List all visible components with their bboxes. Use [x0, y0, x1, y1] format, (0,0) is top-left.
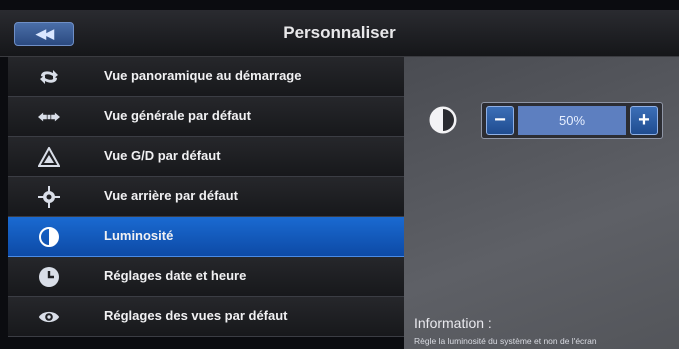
target-icon: [38, 186, 60, 208]
menu-item-label: Vue G/D par défaut: [104, 148, 221, 163]
triangle-warning-icon: [38, 146, 60, 168]
menu-item-label: Vue arrière par défaut: [104, 188, 238, 203]
menu-item-date-time[interactable]: Réglages date et heure: [8, 257, 404, 297]
menu-item-label: Réglages date et heure: [104, 268, 247, 283]
double-arrow-icon: [38, 106, 60, 128]
menu-item-panoramic-view[interactable]: Vue panoramique au démarrage: [8, 57, 404, 97]
menu-item-view-settings[interactable]: Réglages des vues par défaut: [8, 297, 404, 337]
brightness-value: 50%: [518, 106, 626, 135]
info-text: Règle la luminosité du système et non de…: [414, 336, 597, 346]
menu-item-label: Vue générale par défaut: [104, 108, 251, 123]
header-bar: ◀◀ Personnaliser: [0, 10, 679, 57]
menu-item-general-view[interactable]: Vue générale par défaut: [8, 97, 404, 137]
menu-item-label: Vue panoramique au démarrage: [104, 68, 302, 83]
brightness-panel: − 50% + Information : Règle la luminosit…: [404, 57, 679, 349]
decrease-button[interactable]: −: [486, 106, 514, 135]
clock-icon: [38, 266, 60, 288]
brightness-icon: [428, 105, 458, 135]
info-title: Information :: [414, 315, 492, 331]
menu-item-label: Réglages des vues par défaut: [104, 308, 288, 323]
settings-menu: Vue panoramique au démarrage Vue général…: [8, 57, 404, 349]
menu-item-brightness[interactable]: Luminosité: [8, 217, 404, 257]
page-title: Personnaliser: [283, 23, 396, 42]
menu-item-gd-view[interactable]: Vue G/D par défaut: [8, 137, 404, 177]
panorama-arrows-icon: [38, 66, 60, 88]
brightness-icon: [38, 226, 60, 248]
menu-item-label: Luminosité: [104, 228, 174, 243]
eye-icon: [38, 306, 60, 328]
increase-button[interactable]: +: [630, 106, 658, 135]
brightness-stepper: − 50% +: [481, 102, 663, 139]
menu-item-rear-view[interactable]: Vue arrière par défaut: [8, 177, 404, 217]
